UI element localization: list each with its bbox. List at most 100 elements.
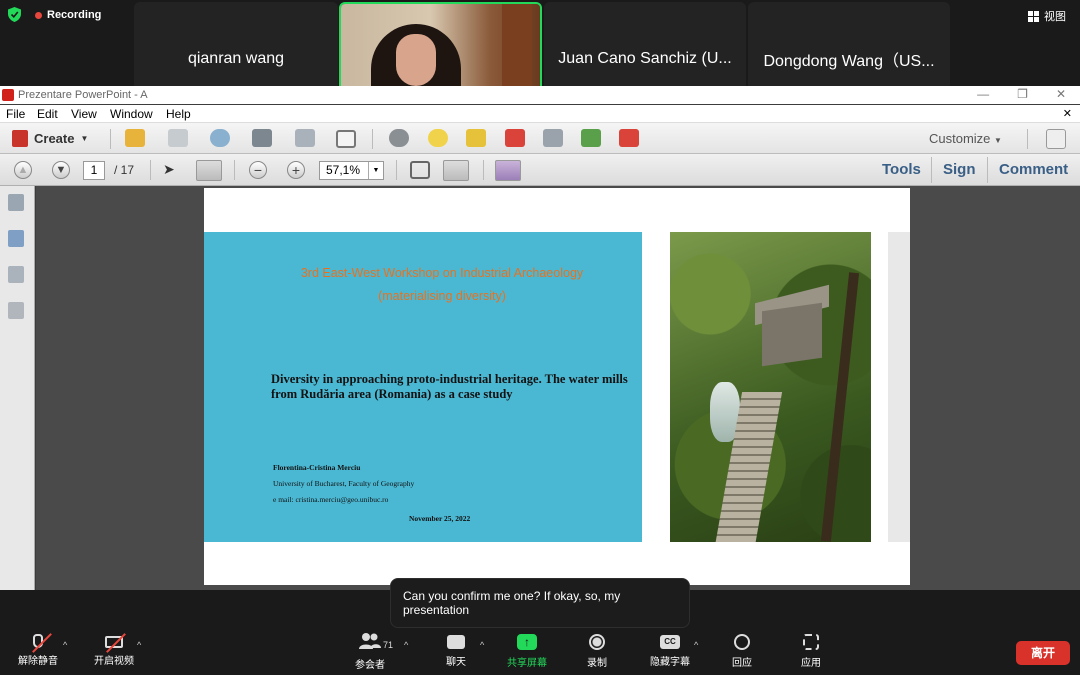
page-up-icon[interactable]: ▲ [14,161,32,179]
participants-icon [359,632,381,652]
create-button[interactable]: Create ▼ [12,130,88,147]
navigation-pane [0,186,35,590]
settings-gear-icon[interactable] [389,129,409,147]
workshop-line-2: (materialising diversity) [378,289,506,303]
participants-count: 71 [383,640,394,650]
unmute-button[interactable]: 解除静音 [14,632,62,667]
pdf-page: 3rd East-West Workshop on Industrial Arc… [204,188,910,585]
edit-document-icon[interactable] [295,129,315,147]
author-affiliation: University of Bucharest, Faculty of Geog… [273,479,415,488]
minimize-icon[interactable]: — [977,87,989,101]
record-label: 录制 [587,658,607,669]
zoom-level-select[interactable]: 57,1% ▼ [319,161,384,180]
nav-toolbar: ▲ ▼ 1 / 17 ➤ − + 57,1% ▼ Tools Sign Comm… [0,154,1080,186]
water-mill-photo [670,232,871,542]
sign-document-icon[interactable] [619,129,639,147]
share-screen-button[interactable]: ↑ 共享屏幕 [503,632,551,669]
shield-icon[interactable] [8,7,21,22]
restore-icon[interactable]: ❐ [1017,87,1028,101]
hide-captions-label: 隐藏字幕 [650,657,690,668]
bookmarks-icon[interactable] [8,230,24,247]
menu-window[interactable]: Window [110,107,153,121]
page-total: / 17 [114,163,135,177]
document-area[interactable]: 3rd East-West Workshop on Industrial Arc… [36,186,1080,590]
leave-button[interactable]: 离开 [1016,641,1070,665]
participants-label: 参会者 [355,660,385,671]
apps-icon [803,634,819,650]
participant-name: qianran wang [187,50,285,67]
recording-label: Recording [47,9,102,21]
participants-button[interactable]: 参会者 [350,632,390,671]
fit-width-icon[interactable] [443,160,469,181]
closed-captions-icon: CC [660,635,680,649]
select-cursor-icon[interactable]: ➤ [163,161,183,179]
expand-icon[interactable] [1046,129,1066,149]
view-label: 视图 [1044,11,1066,23]
menu-help[interactable]: Help [166,107,191,121]
chevron-down-icon: ▼ [368,162,383,179]
presentation-title: Diversity in approaching proto-industria… [271,372,628,401]
chat-options-chevron-icon[interactable]: ^ [480,640,484,650]
fit-page-icon[interactable] [410,161,430,179]
email-icon[interactable] [336,130,356,148]
pdf-icon [2,89,14,101]
page-number-input[interactable]: 1 [83,161,105,180]
hide-captions-button[interactable]: CC 隐藏字幕 [646,632,694,668]
highlight-icon[interactable] [466,129,486,147]
export-icon[interactable] [581,129,601,147]
main-toolbar: Create ▼ Customize ▼ [0,123,1080,154]
tab-sign[interactable]: Sign [943,161,976,178]
pages-icon[interactable] [8,194,24,211]
unmute-label: 解除静音 [18,656,58,667]
open-icon[interactable] [125,129,145,147]
participant-name: Dongdong Wang（US... [763,53,935,70]
delete-page-icon[interactable] [505,129,525,147]
page-down-icon[interactable]: ▼ [52,161,70,179]
apps-button[interactable]: 应用 [795,632,827,669]
tab-tools[interactable]: Tools [882,161,921,178]
tab-comment[interactable]: Comment [999,161,1068,178]
recording-indicator[interactable]: Recording [35,9,101,21]
comment-bubble-icon[interactable] [428,129,448,147]
share-screen-label: 共享屏幕 [507,658,547,669]
slide-title-panel: 3rd East-West Workshop on Industrial Arc… [204,232,642,542]
read-mode-icon[interactable] [495,160,521,181]
chevron-down-icon: ▼ [80,134,89,143]
chat-bubble-icon [447,635,465,649]
customize-button[interactable]: Customize ▼ [929,131,1002,146]
captions-options-chevron-icon[interactable]: ^ [694,640,698,650]
record-button[interactable]: 录制 [581,632,613,669]
search-document-icon[interactable] [543,129,563,147]
video-options-chevron-icon[interactable]: ^ [137,640,141,650]
presentation-date: November 25, 2022 [409,514,471,523]
share-screen-icon: ↑ [517,634,537,650]
customize-label: Customize [929,131,991,146]
workshop-line-1: 3rd East-West Workshop on Industrial Arc… [300,266,584,280]
participants-options-chevron-icon[interactable]: ^ [404,640,408,650]
hand-tool-icon[interactable] [196,160,222,181]
reactions-button[interactable]: 回应 [726,632,758,669]
mic-muted-icon [32,633,52,653]
author-email: e mail: cristina.merciu@geo.unibuc.ro [273,495,389,504]
workshop-title: 3rd East-West Workshop on Industrial Arc… [204,262,680,308]
print-icon[interactable] [252,129,272,147]
zoom-value: 57,1% [326,163,361,177]
menu-edit[interactable]: Edit [37,107,58,121]
zoom-in-icon[interactable]: + [287,161,305,179]
menu-file[interactable]: File [6,107,25,121]
start-video-button[interactable]: 开启视频 [90,632,138,667]
attachments-icon[interactable] [8,266,24,283]
doc-close-icon[interactable]: ✕ [1063,107,1072,120]
zoom-out-icon[interactable]: − [249,161,267,179]
view-button[interactable]: 视图 [1028,8,1066,24]
grid-view-icon [1028,10,1039,22]
chevron-down-icon: ▼ [994,136,1002,145]
author-name: Florentina-Cristina Merciu [273,463,361,472]
close-icon[interactable]: ✕ [1056,87,1066,101]
audio-options-chevron-icon[interactable]: ^ [63,640,67,650]
cloud-upload-icon[interactable] [210,129,230,147]
chat-button[interactable]: 聊天 [440,632,472,668]
signatures-icon[interactable] [8,302,24,319]
menu-view[interactable]: View [71,107,97,121]
save-icon[interactable] [168,129,188,147]
